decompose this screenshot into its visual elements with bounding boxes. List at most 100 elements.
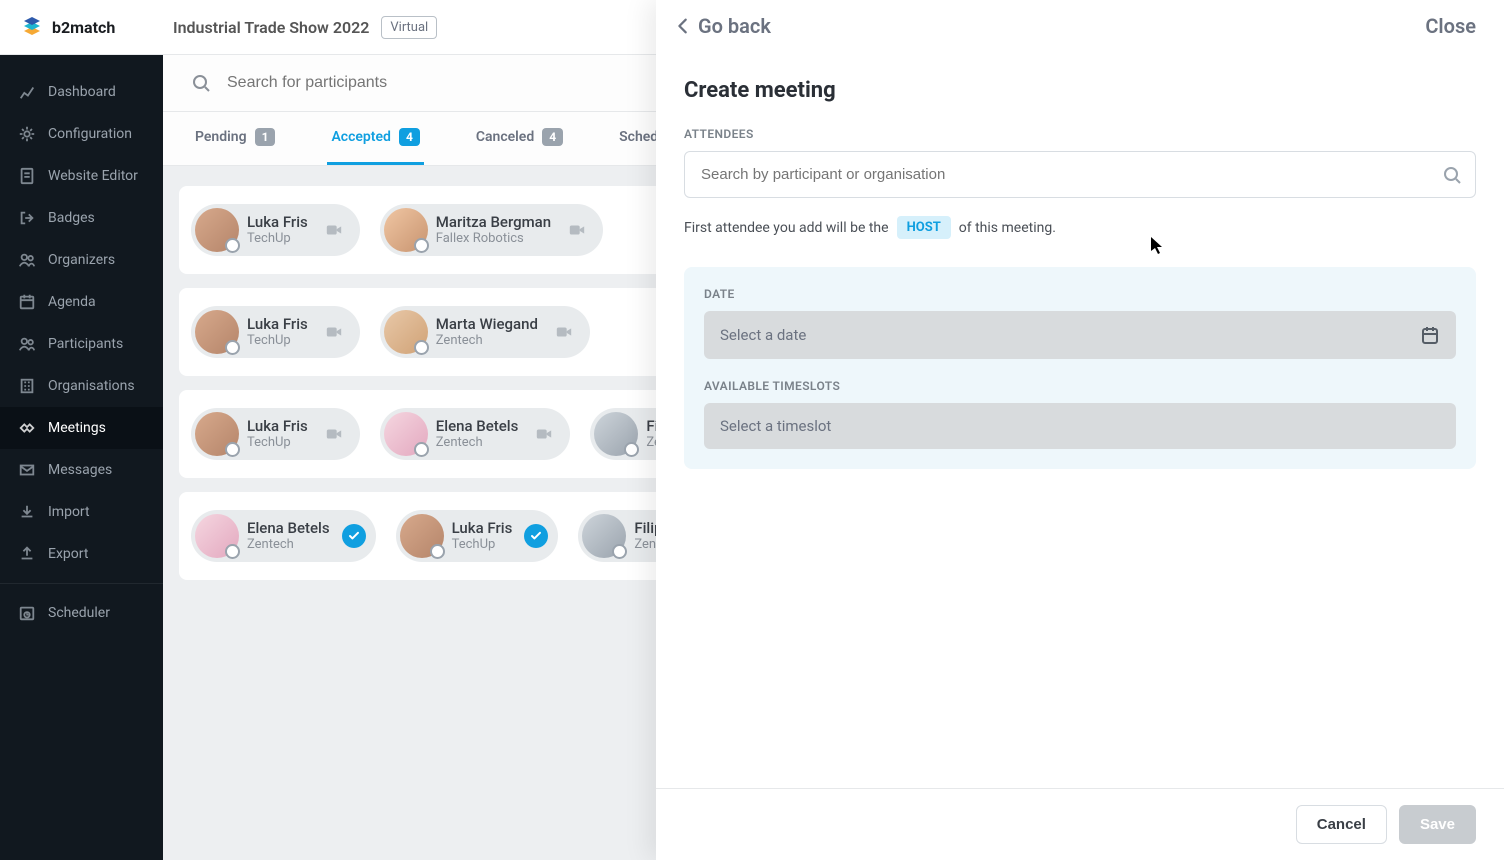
check-icon xyxy=(342,524,366,548)
search-icon xyxy=(191,73,211,93)
calendar-icon xyxy=(1420,325,1440,345)
panel-header: Go back Close xyxy=(656,0,1504,44)
sidebar-item-meetings[interactable]: Meetings xyxy=(0,407,163,449)
participant-name: Maritza Bergman xyxy=(436,213,551,231)
import-icon xyxy=(18,503,36,521)
timeslot-select[interactable]: Select a timeslot xyxy=(704,403,1456,449)
logo-icon xyxy=(20,15,44,39)
doc-icon xyxy=(18,167,36,185)
chip-text: Elena BetelsZentech xyxy=(436,417,519,451)
participant-name: Elena Betels xyxy=(247,519,330,537)
attendee-search-wrapper xyxy=(684,151,1476,198)
check-icon xyxy=(524,524,548,548)
host-note: First attendee you add will be the HOST … xyxy=(684,216,1476,239)
avatar xyxy=(384,208,428,252)
participant-org: Zentech xyxy=(436,435,519,451)
mail-icon xyxy=(18,461,36,479)
export-icon xyxy=(18,545,36,563)
participant-name: Luka Fris xyxy=(452,519,513,537)
sidebar-item-participants[interactable]: Participants xyxy=(0,323,163,365)
close-button[interactable]: Close xyxy=(1425,14,1476,38)
tab-pending[interactable]: Pending1 xyxy=(191,112,279,165)
sidebar-item-organisations[interactable]: Organisations xyxy=(0,365,163,407)
participant-chip[interactable]: Luka FrisTechUp xyxy=(396,510,559,562)
participant-chip[interactable]: Luka FrisTechUp xyxy=(191,204,360,256)
avatar xyxy=(582,514,626,558)
logo-text: b2match xyxy=(52,18,115,37)
logo[interactable]: b2match xyxy=(0,15,163,39)
chip-text: Luka FrisTechUp xyxy=(247,213,308,247)
logout-icon xyxy=(18,209,36,227)
avatar xyxy=(195,208,239,252)
users-icon xyxy=(18,335,36,353)
participant-chip[interactable]: Luka FrisTechUp xyxy=(191,408,360,460)
tab-label: Canceled xyxy=(476,129,534,145)
sidebar-item-messages[interactable]: Messages xyxy=(0,449,163,491)
video-icon xyxy=(550,322,578,342)
sidebar-item-import[interactable]: Import xyxy=(0,491,163,533)
participant-chip[interactable]: Elena BetelsZentech xyxy=(191,510,376,562)
chip-text: Luka FrisTechUp xyxy=(247,417,308,451)
participant-chip[interactable]: Luka FrisTechUp xyxy=(191,306,360,358)
sidebar-item-badges[interactable]: Badges xyxy=(0,197,163,239)
participant-chip[interactable]: Maritza BergmanFallex Robotics xyxy=(380,204,603,256)
participant-org: Zentech xyxy=(436,333,538,349)
sidebar-item-label: Meetings xyxy=(48,420,106,436)
chart-icon xyxy=(18,83,36,101)
panel-title: Create meeting xyxy=(684,78,1476,103)
sched-icon xyxy=(18,604,36,622)
tab-count: 4 xyxy=(542,128,563,146)
go-back-button[interactable]: Go back xyxy=(674,14,771,38)
sidebar-item-scheduler[interactable]: Scheduler xyxy=(0,592,163,634)
chip-text: Luka FrisTechUp xyxy=(452,519,513,553)
participant-chip[interactable]: Elena BetelsZentech xyxy=(380,408,571,460)
video-icon xyxy=(320,424,348,444)
avatar xyxy=(384,310,428,354)
participant-name: Luka Fris xyxy=(247,315,308,333)
tab-canceled[interactable]: Canceled 4 xyxy=(472,112,567,165)
sidebar-item-label: Scheduler xyxy=(48,605,110,621)
save-button[interactable]: Save xyxy=(1399,805,1476,844)
sidebar-item-label: Agenda xyxy=(48,294,96,310)
event-mode-badge: Virtual xyxy=(381,16,437,39)
attendees-label: ATTENDEES xyxy=(684,127,1476,141)
sidebar-item-agenda[interactable]: Agenda xyxy=(0,281,163,323)
date-placeholder: Select a date xyxy=(720,326,806,344)
participant-org: Fallex Robotics xyxy=(436,231,551,247)
sidebar-item-label: Website Editor xyxy=(48,168,138,184)
sidebar-item-website-editor[interactable]: Website Editor xyxy=(0,155,163,197)
participant-org: TechUp xyxy=(247,333,308,349)
cancel-button[interactable]: Cancel xyxy=(1296,805,1387,844)
sidebar: Dashboard Configuration Website Editor Badg… xyxy=(0,55,163,860)
video-icon xyxy=(320,220,348,240)
participant-org: TechUp xyxy=(452,537,513,553)
participant-search-input[interactable] xyxy=(227,74,627,92)
sidebar-item-label: Organizers xyxy=(48,252,115,268)
date-select[interactable]: Select a date xyxy=(704,311,1456,359)
handshake-icon xyxy=(18,419,36,437)
sidebar-item-configuration[interactable]: Configuration xyxy=(0,113,163,155)
sidebar-item-organizers[interactable]: Organizers xyxy=(0,239,163,281)
event-title: Industrial Trade Show 2022 xyxy=(173,18,369,37)
note-after: of this meeting. xyxy=(959,220,1056,236)
sidebar-item-label: Dashboard xyxy=(48,84,116,100)
go-back-label: Go back xyxy=(698,14,771,38)
chip-text: Luka FrisTechUp xyxy=(247,315,308,349)
sidebar-item-label: Export xyxy=(48,546,88,562)
chip-text: Elena BetelsZentech xyxy=(247,519,330,553)
participant-name: Luka Fris xyxy=(247,417,308,435)
participant-name: Marta Wiegand xyxy=(436,315,538,333)
attendee-search-input[interactable] xyxy=(684,151,1476,198)
video-icon xyxy=(320,322,348,342)
participant-name: Luka Fris xyxy=(247,213,308,231)
sidebar-item-export[interactable]: Export xyxy=(0,533,163,575)
tab-accepted[interactable]: Accepted4 xyxy=(327,112,423,165)
avatar xyxy=(384,412,428,456)
sidebar-item-dashboard[interactable]: Dashboard xyxy=(0,71,163,113)
avatar xyxy=(400,514,444,558)
participant-chip[interactable]: Marta WiegandZentech xyxy=(380,306,590,358)
sidebar-item-label: Badges xyxy=(48,210,95,226)
tab-count: 4 xyxy=(399,128,420,146)
create-meeting-panel: Go back Close Create meeting ATTENDEES F… xyxy=(656,0,1504,860)
panel-footer: Cancel Save xyxy=(656,788,1504,860)
